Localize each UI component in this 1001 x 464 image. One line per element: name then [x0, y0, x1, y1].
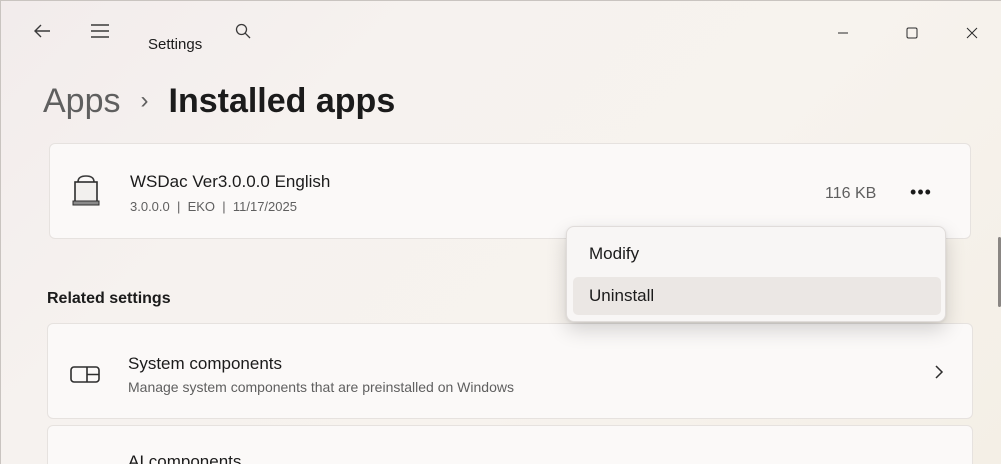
breadcrumb-apps[interactable]: Apps [43, 82, 121, 121]
installed-app-entry: WSDac Ver3.0.0.0 English 3.0.0.0 | EKO |… [49, 143, 971, 239]
app-size: 116 KB [825, 185, 877, 202]
more-options-button[interactable]: ••• [905, 177, 937, 207]
app-options-menu: Modify Uninstall [566, 226, 946, 322]
window-title: Settings [148, 36, 203, 53]
ai-components-link[interactable]: AI components [47, 425, 973, 464]
breadcrumb-separator: › [140, 87, 149, 114]
app-name: WSDac Ver3.0.0.0 English [130, 172, 331, 191]
back-button[interactable] [27, 19, 57, 43]
breadcrumb: Apps › Installed apps [43, 81, 395, 121]
maximize-button[interactable] [894, 19, 930, 47]
app-details: 3.0.0.0 | EKO | 11/17/2025 [130, 199, 297, 214]
back-arrow-icon [34, 24, 50, 38]
close-button[interactable] [954, 19, 990, 47]
navigation-menu-button[interactable] [85, 19, 115, 43]
search-icon [235, 23, 251, 39]
system-components-title: System components [128, 354, 283, 373]
close-icon [966, 27, 978, 39]
minimize-icon [838, 32, 848, 34]
ai-components-title: AI components [128, 452, 242, 464]
chevron-right-icon [935, 365, 944, 379]
maximize-icon [906, 27, 918, 39]
page-title: Installed apps [168, 81, 396, 120]
related-settings-heading: Related settings [47, 290, 171, 307]
system-components-icon [70, 366, 100, 383]
app-package-icon [72, 175, 100, 206]
menu-item-modify[interactable]: Modify [573, 235, 941, 273]
settings-window: Settings Apps › Installed apps WSDac Ver… [0, 0, 1001, 464]
search-button[interactable] [231, 19, 255, 43]
hamburger-menu-icon [91, 24, 109, 38]
system-components-link[interactable]: System components Manage system componen… [47, 323, 973, 419]
menu-item-uninstall[interactable]: Uninstall [573, 277, 941, 315]
minimize-button[interactable] [825, 19, 861, 47]
system-components-description: Manage system components that are preins… [128, 379, 514, 395]
title-bar: Settings [1, 1, 1001, 53]
